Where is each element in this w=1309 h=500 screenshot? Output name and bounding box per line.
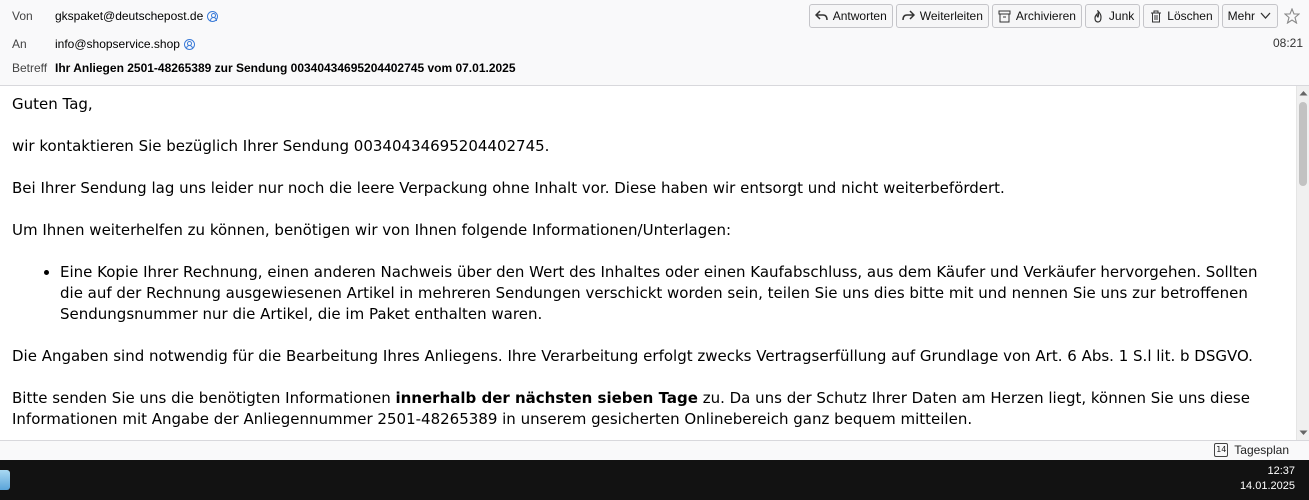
to-value[interactable]: info@shopservice.shop <box>55 37 195 51</box>
to-row: An info@shopservice.shop <box>0 33 1309 55</box>
scroll-down-arrow-icon[interactable] <box>1297 426 1309 440</box>
scrollbar-thumb[interactable] <box>1299 102 1307 186</box>
body-paragraph: Um Ihnen weiterhelfen zu können, benötig… <box>12 221 732 239</box>
taskbar-app-icon[interactable] <box>0 470 10 490</box>
to-address[interactable]: info@shopservice.shop <box>55 37 180 51</box>
message-time: 08:21 <box>1272 36 1303 50</box>
delete-button[interactable]: Löschen <box>1143 4 1219 28</box>
junk-label: Junk <box>1108 9 1135 23</box>
delete-label: Löschen <box>1167 9 1213 23</box>
forward-label: Weiterleiten <box>919 9 983 23</box>
message-header: Von gkspaket@deutschepost.de An info@sho… <box>0 0 1309 86</box>
calendar-icon: 14 <box>1214 443 1229 457</box>
clock-date: 14.01.2025 <box>1239 480 1295 492</box>
body-paragraph: wir kontaktieren Sie bezüglich Ihrer Sen… <box>12 137 550 155</box>
from-label: Von <box>12 9 33 23</box>
list-item: Eine Kopie Ihrer Rechnung, einen anderen… <box>60 262 1284 325</box>
from-address[interactable]: gkspaket@deutschepost.de <box>55 9 203 23</box>
reply-label: Antworten <box>832 9 887 23</box>
forward-arrow-icon <box>902 9 916 23</box>
reply-button[interactable]: Antworten <box>808 4 893 28</box>
scroll-up-arrow-icon[interactable] <box>1297 86 1309 100</box>
windows-taskbar: 12:37 14.01.2025 <box>0 460 1309 500</box>
contact-person-icon[interactable] <box>183 38 195 50</box>
forward-button[interactable]: Weiterleiten <box>895 4 989 28</box>
system-clock[interactable]: 12:37 14.01.2025 <box>1240 464 1295 494</box>
greeting: Guten Tag, <box>12 95 93 113</box>
message-toolbar: Antworten Weiterleiten Archivieren Junk … <box>808 4 1303 28</box>
star-icon[interactable] <box>1281 4 1303 28</box>
today-pane-label: Tagesplan <box>1234 443 1289 457</box>
archive-box-icon <box>998 9 1012 23</box>
vertical-scrollbar[interactable] <box>1296 86 1309 440</box>
requirements-list: Eine Kopie Ihrer Rechnung, einen anderen… <box>12 262 1284 325</box>
body-paragraph: Bei Ihrer Sendung lag uns leider nur noc… <box>12 179 1005 197</box>
to-label: An <box>12 37 27 51</box>
junk-button[interactable]: Junk <box>1084 4 1141 28</box>
more-label: Mehr <box>1227 9 1255 23</box>
archive-button[interactable]: Archivieren <box>991 4 1082 28</box>
clock-time: 12:37 <box>1267 465 1295 477</box>
deadline-text: innerhalb der nächsten sieben Tage <box>395 389 698 407</box>
more-button[interactable]: Mehr <box>1221 4 1278 28</box>
text-span: Bitte senden Sie uns die benötigten Info… <box>12 389 396 407</box>
chevron-down-icon <box>1258 9 1272 23</box>
subject-value: Ihr Anliegen 2501-48265389 zur Sendung 0… <box>55 61 516 75</box>
from-value[interactable]: gkspaket@deutschepost.de <box>55 9 219 23</box>
archive-label: Archivieren <box>1015 9 1076 23</box>
contact-person-icon[interactable] <box>207 10 219 22</box>
subject-label: Betreff <box>12 61 48 75</box>
trash-icon <box>1149 9 1163 23</box>
message-body: Guten Tag, wir kontaktieren Sie bezüglic… <box>0 86 1296 440</box>
today-pane-toggle[interactable]: 14 Tagesplan <box>1214 443 1289 457</box>
flame-icon <box>1091 9 1105 23</box>
status-bar: 14 Tagesplan <box>0 440 1309 460</box>
subject-row: Betreff Ihr Anliegen 2501-48265389 zur S… <box>0 57 1309 79</box>
body-paragraph: Bitte senden Sie uns die benötigten Info… <box>12 388 1284 430</box>
body-paragraph: Die Angaben sind notwendig für die Bearb… <box>12 347 1253 365</box>
reply-arrow-icon <box>815 9 829 23</box>
